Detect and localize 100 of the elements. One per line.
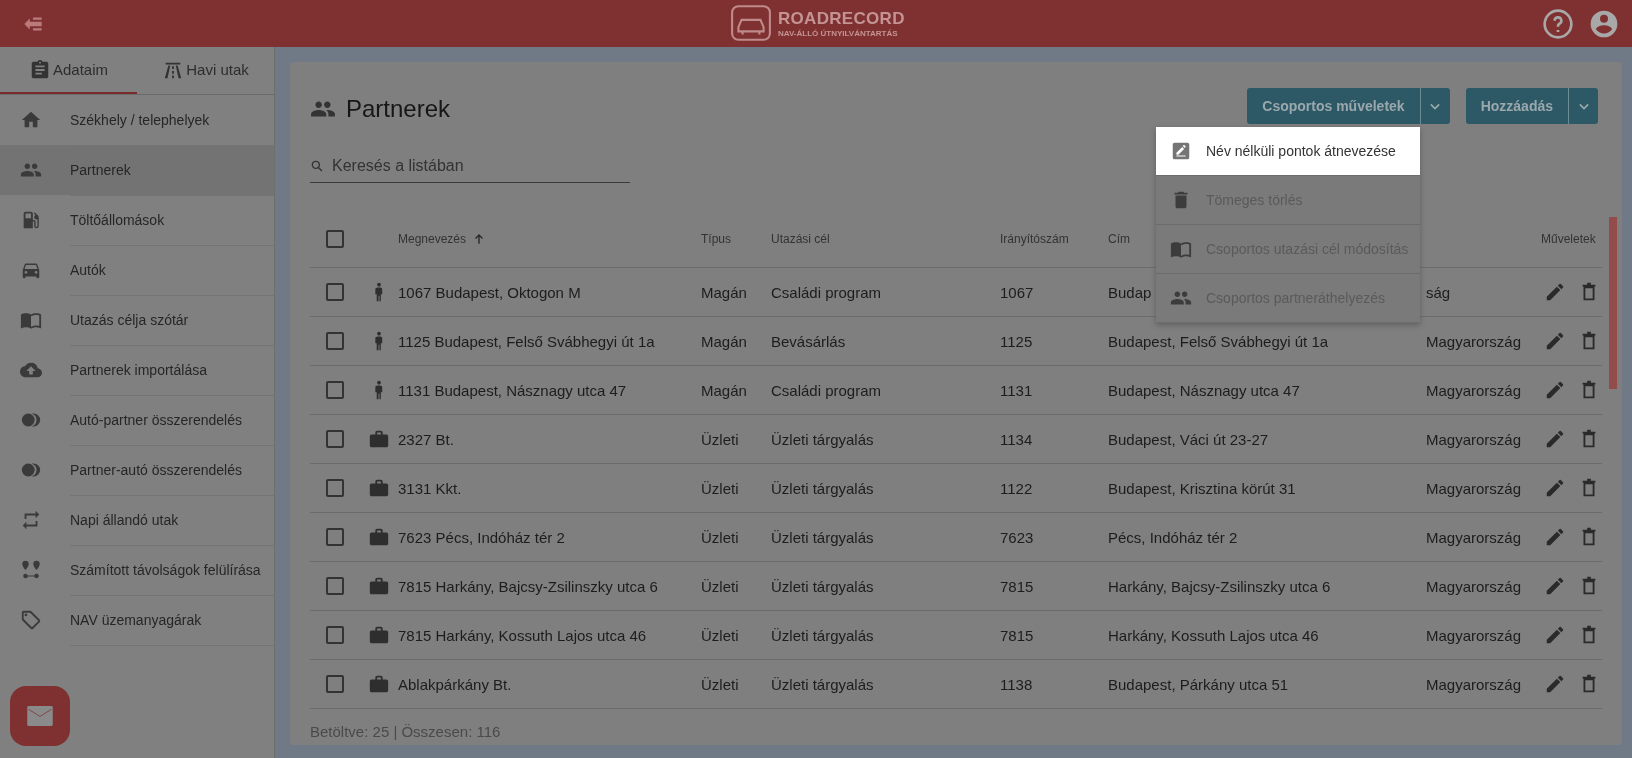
table-cell: Magán (701, 332, 747, 350)
dropdown-button[interactable] (1419, 88, 1450, 124)
table-cell: Magyarország (1426, 430, 1522, 448)
table-cell: 1122 (1000, 479, 1033, 497)
sidebar-item[interactable]: Partnerek (0, 145, 274, 195)
sidebar-item[interactable]: Partnerek importálása (0, 345, 274, 395)
logo-subtitle: NAV-ÁLLÓ ÚTNYILVÁNTARTÁS (778, 28, 899, 38)
page-title: Partnerek (346, 95, 451, 123)
table-cell: Üzleti (701, 626, 739, 644)
sidebar-item[interactable]: Számított távolságok felülírása (0, 545, 274, 595)
briefcase-icon (368, 575, 390, 597)
table-cell: Budapest, Váci út 23-27 (1108, 430, 1269, 448)
action-button[interactable]: Csoportos műveletek (1247, 88, 1420, 124)
table-cell: Harkány, Bajcsy-Zsilinszky utca 6 (1108, 577, 1331, 595)
dropdown-button[interactable] (1568, 88, 1598, 124)
table-cell: Budap (1108, 283, 1152, 301)
table-cell: 7623 (1000, 528, 1034, 546)
sidebar-item[interactable]: Napi állandó utak (0, 495, 274, 545)
edit-icon (1170, 140, 1192, 162)
sidebar-item[interactable]: Töltőállomások (0, 195, 274, 245)
table-cell: Üzleti (701, 430, 739, 448)
table-cell: 1067 (1000, 283, 1034, 301)
table-cell: 7815 (1000, 577, 1034, 595)
clipboard-icon (29, 58, 51, 81)
menu-item[interactable]: Név nélküli pontok átnevezése (1156, 127, 1421, 176)
sidebar-item[interactable]: Autó-partner összerendelés (0, 395, 274, 445)
table-cell: Magyarország (1426, 332, 1522, 350)
table-cell: 2327 Bt. (398, 430, 454, 448)
table-cell: 1125 Budapest, Felső Svábhegyi út 1a (398, 332, 655, 350)
search-icon (310, 159, 324, 173)
table-cell: Üzleti tárgyalás (771, 626, 874, 644)
table-cell: Harkány, Kossuth Lajos utca 46 (1108, 626, 1319, 644)
table-cell: 1067 Budapest, Oktogon M (398, 283, 581, 301)
table-cell: Magyarország (1426, 675, 1522, 693)
table-cell: Üzleti (701, 675, 739, 693)
table-cell: Magyarország (1426, 479, 1522, 497)
briefcase-icon (368, 428, 390, 450)
checkbox[interactable] (326, 381, 344, 399)
table-cell: Üzleti tárgyalás (771, 528, 874, 546)
mail-button[interactable] (10, 686, 70, 746)
checkbox[interactable] (326, 528, 344, 546)
column-header: Típus (701, 232, 731, 246)
table-cell: Üzleti (701, 577, 739, 595)
column-header: Cím (1108, 232, 1130, 246)
sidebar-tab[interactable]: Adataim (0, 47, 137, 94)
search-field[interactable]: Keresés a listában (330, 156, 630, 176)
table-cell: Ablakpárkány Bt. (398, 675, 512, 693)
logo-title: ROADRECORD (778, 8, 905, 29)
briefcase-icon (368, 673, 390, 695)
sidebar-item[interactable]: Partner-autó összerendelés (0, 445, 274, 495)
table-cell: Üzleti tárgyalás (771, 577, 874, 595)
table-cell: 7815 Harkány, Kossuth Lajos utca 46 (398, 626, 647, 644)
checkbox[interactable] (326, 479, 344, 497)
table-cell: 7623 Pécs, Indóház tér 2 (398, 528, 565, 546)
table-cell: Magyarország (1426, 528, 1522, 546)
column-header[interactable]: Megnevezés (398, 232, 487, 246)
table-cell: ság (1426, 283, 1451, 301)
checkbox[interactable] (326, 283, 344, 301)
sidebar-item[interactable]: Autók (0, 245, 274, 295)
table-cell: Üzleti tárgyalás (771, 675, 874, 693)
action-button[interactable]: Hozzáadás (1465, 88, 1568, 124)
table-cell: 1125 (1000, 332, 1033, 350)
table-cell: Családi program (771, 381, 882, 399)
checkbox[interactable] (326, 332, 344, 350)
briefcase-icon (368, 526, 390, 548)
table-cell: 1131 (1000, 381, 1033, 399)
table-cell: Üzleti tárgyalás (771, 430, 874, 448)
column-header: Irányítószám (1000, 232, 1069, 246)
checkbox[interactable] (326, 430, 344, 448)
column-header: Műveletek (1541, 232, 1596, 246)
sidebar-tab[interactable]: Havi utak (137, 47, 274, 94)
sidebar-item[interactable]: NAV üzemanyagárak (0, 595, 274, 645)
table-cell: Magyarország (1426, 626, 1522, 644)
checkbox[interactable] (326, 577, 344, 595)
column-header: Utazási cél (771, 232, 830, 246)
table-cell: Pécs, Indóház tér 2 (1108, 528, 1238, 546)
table-cell: Bevásárlás (771, 332, 846, 350)
table-cell: Magyarország (1426, 381, 1522, 399)
table-cell: Budapest, Krisztina körút 31 (1108, 479, 1296, 497)
table-cell: Üzleti (701, 528, 739, 546)
table-cell: Családi program (771, 283, 882, 301)
table-cell: 1134 (1000, 430, 1033, 448)
sidebar-item[interactable]: Utazás célja szótár (0, 295, 274, 345)
briefcase-icon (368, 477, 390, 499)
table-cell: Magán (701, 381, 747, 399)
help-icon[interactable] (1542, 7, 1574, 40)
checkbox[interactable] (326, 675, 344, 693)
checkbox[interactable] (326, 230, 344, 248)
table-cell: 7815 (1000, 626, 1034, 644)
table-cell: Üzleti tárgyalás (771, 479, 874, 497)
table-cell: 3131 Kkt. (398, 479, 462, 497)
table-cell: Magán (701, 283, 747, 301)
table-cell: Budapest, Párkány utca 51 (1108, 675, 1289, 693)
table-cell: Üzleti (701, 479, 739, 497)
tag-icon (20, 609, 42, 631)
route-pins-icon (20, 559, 42, 581)
checkbox[interactable] (326, 626, 344, 644)
table-cell: 1138 (1000, 675, 1033, 693)
table-cell: Magyarország (1426, 577, 1522, 595)
table-cell: Budapest, Felső Svábhegyi út 1a (1108, 332, 1329, 350)
